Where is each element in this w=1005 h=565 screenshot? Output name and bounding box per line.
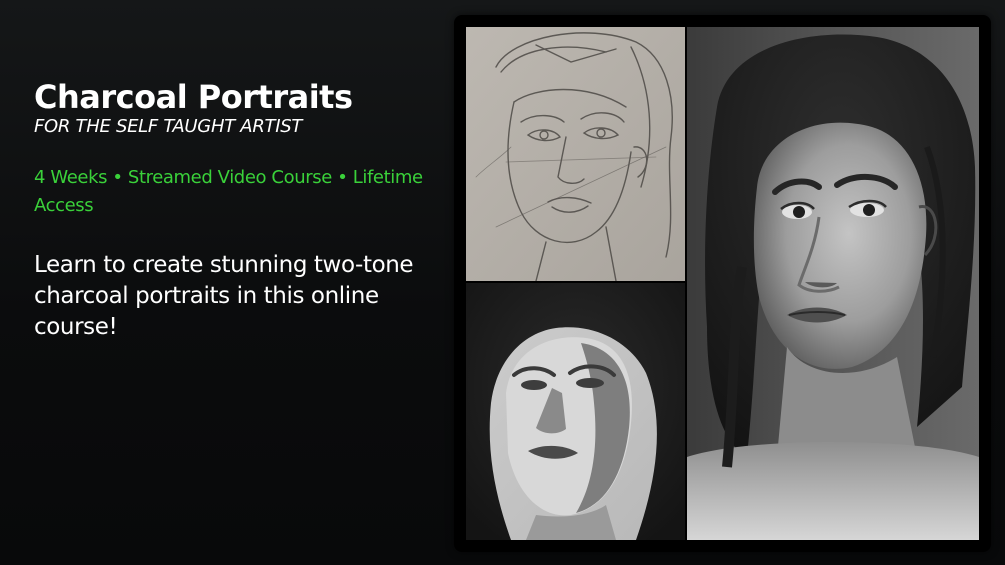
final-portrait-image bbox=[687, 27, 979, 540]
sketch-image bbox=[466, 27, 685, 281]
image-collage bbox=[454, 15, 991, 552]
course-details: 4 Weeks • Streamed Video Course • Lifeti… bbox=[34, 167, 423, 216]
course-title: Charcoal Portraits bbox=[34, 78, 353, 116]
study-image bbox=[466, 283, 685, 540]
course-description: Learn to create stunning two-tone charco… bbox=[34, 252, 414, 340]
course-info: Charcoal Portraits FOR THE SELF TAUGHT A… bbox=[34, 78, 444, 343]
course-subtitle: FOR THE SELF TAUGHT ARTIST bbox=[34, 116, 303, 137]
